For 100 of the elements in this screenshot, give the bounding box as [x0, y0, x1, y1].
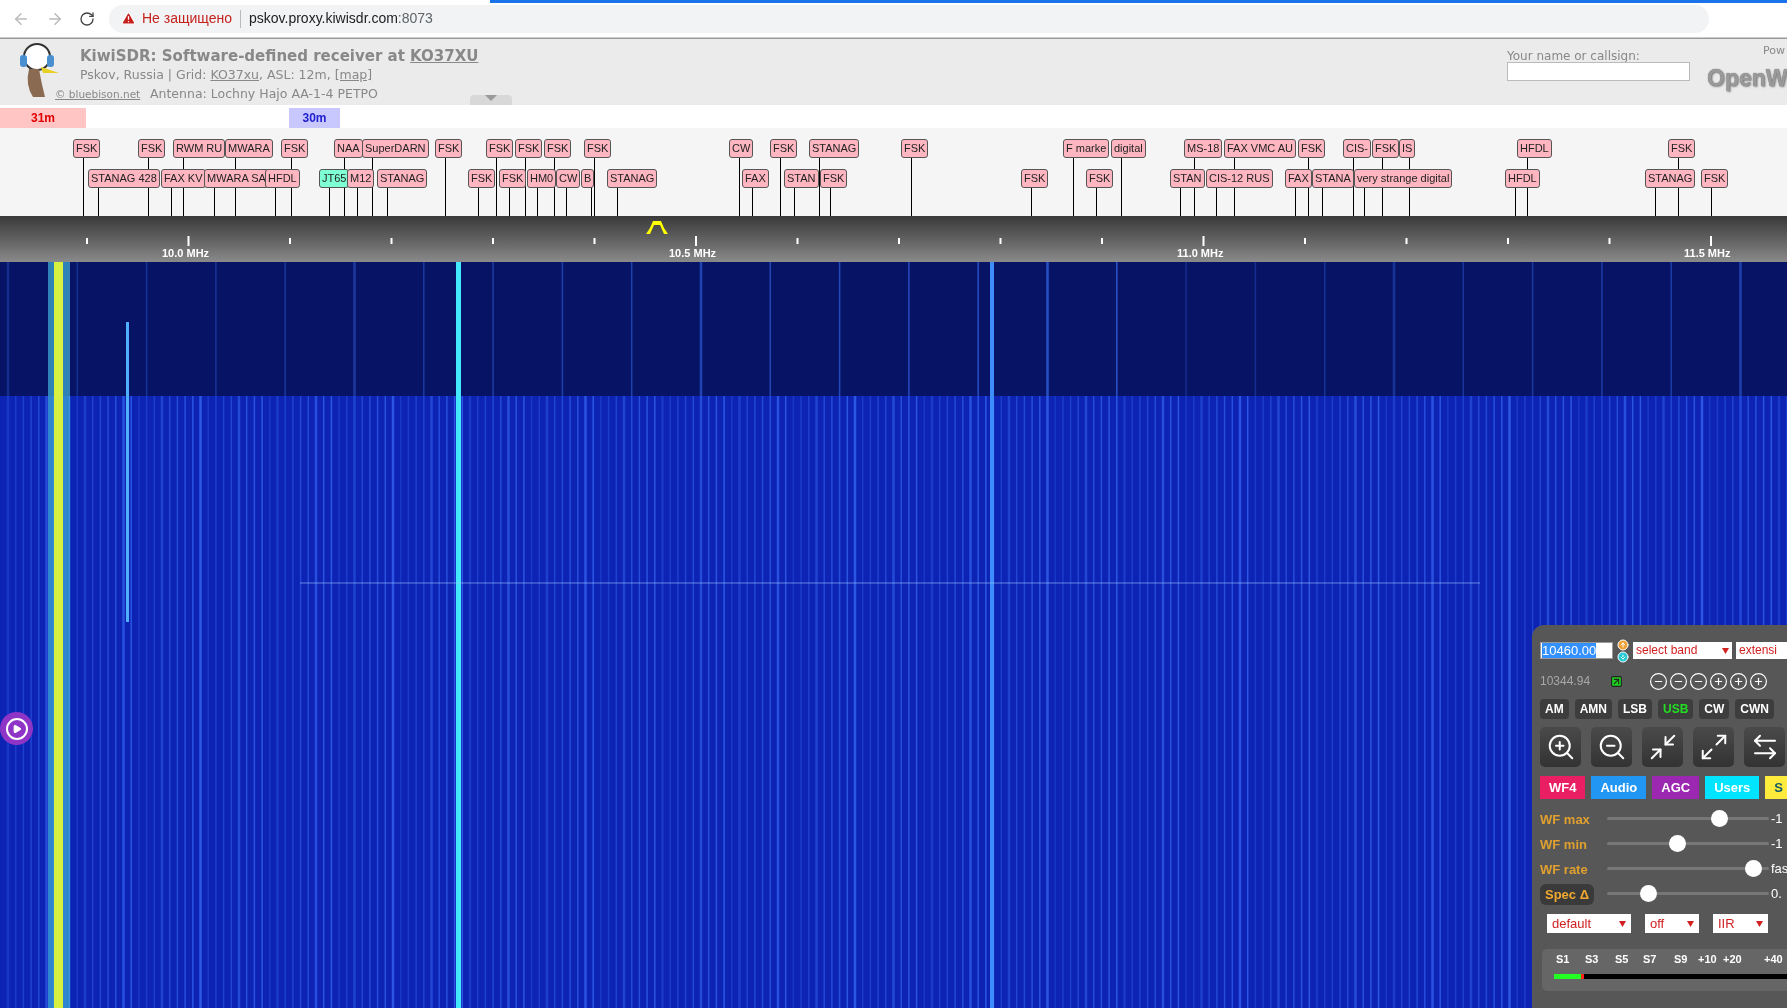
station-label[interactable]: FSK [1668, 139, 1696, 158]
zoom-out-step-icon[interactable] [1649, 671, 1668, 691]
station-label[interactable]: HFDL [265, 169, 300, 188]
station-label[interactable]: FSK [468, 169, 496, 188]
station-label[interactable]: HFDL [1517, 139, 1552, 158]
station-label[interactable]: STAN [1170, 169, 1205, 188]
caret-icon[interactable] [1756, 920, 1763, 927]
station-label[interactable]: SuperDARN [362, 139, 429, 158]
station-label[interactable]: FSK [499, 169, 527, 188]
spectrum-button[interactable]: Spec Δ [1540, 883, 1595, 905]
band-marker[interactable]: 30m [289, 108, 340, 128]
station-label[interactable]: FSK [820, 169, 848, 188]
zoom-out-step-icon[interactable] [1689, 671, 1708, 691]
zoom-out-step-icon[interactable] [1669, 671, 1688, 691]
collapse-tab[interactable] [470, 95, 512, 106]
mode-button[interactable]: LSB [1618, 699, 1652, 719]
station-label[interactable]: STANA [1312, 169, 1354, 188]
station-label[interactable]: STANAG [809, 139, 860, 158]
passband-marker-icon[interactable] [646, 220, 668, 234]
slider-track[interactable] [1607, 835, 1769, 852]
panel-tab[interactable]: AGC [1652, 776, 1700, 799]
station-label[interactable]: HFDL [1505, 169, 1540, 188]
station-label[interactable]: FAX [742, 169, 769, 188]
station-label[interactable]: M12 [347, 169, 375, 188]
station-label[interactable]: FSK [584, 139, 612, 158]
station-label[interactable]: NAA [334, 139, 363, 158]
name-field[interactable] [1507, 62, 1690, 81]
station-label[interactable]: STAN [784, 169, 819, 188]
zoom-full-button[interactable] [1693, 727, 1734, 767]
station-label[interactable]: CIS- [1343, 139, 1371, 158]
station-label[interactable]: STANAG [607, 169, 658, 188]
station-label[interactable]: MWARA [225, 139, 273, 158]
external-link-icon[interactable] [1610, 674, 1623, 688]
station-label[interactable]: FSK [1086, 169, 1114, 188]
station-label[interactable]: F marke [1063, 139, 1110, 158]
caret-icon[interactable] [1619, 920, 1626, 927]
step-up-icon[interactable] [1617, 638, 1629, 651]
station-label[interactable]: FSK [770, 139, 798, 158]
panel-tab[interactable]: S [1765, 776, 1787, 799]
mode-button[interactable]: AM [1540, 699, 1569, 719]
station-label[interactable]: JT65 [319, 169, 350, 188]
station-label[interactable]: CW [556, 169, 581, 188]
station-label[interactable]: HM0 [527, 169, 557, 188]
slider-thumb[interactable] [1669, 835, 1687, 852]
station-label[interactable]: MS-18 [1184, 139, 1223, 158]
option-select[interactable]: IIR [1713, 914, 1768, 933]
station-label[interactable]: CIS-12 RUS [1206, 169, 1273, 188]
mode-button[interactable]: USB [1658, 699, 1694, 719]
address-bar[interactable]: Не защищено pskov.proxy.kiwisdr.com:8073 [109, 4, 1709, 33]
station-label[interactable]: FAX KV [161, 169, 206, 188]
option-select[interactable]: off [1645, 914, 1699, 933]
station-label[interactable]: FSK [1298, 139, 1326, 158]
station-label[interactable]: FSK [138, 139, 166, 158]
slider-thumb[interactable] [1744, 860, 1762, 877]
station-label[interactable]: FSK [515, 139, 543, 158]
mode-button[interactable]: CW [1699, 699, 1730, 719]
slider-thumb[interactable] [1711, 810, 1729, 827]
mode-button[interactable]: CWN [1735, 699, 1774, 719]
mode-button[interactable]: AMN [1574, 699, 1612, 719]
station-label[interactable]: digital [1111, 139, 1146, 158]
station-label[interactable]: FSK [544, 139, 572, 158]
station-label[interactable]: MWARA SA [204, 169, 269, 188]
zoom-in-step-icon[interactable] [1709, 671, 1728, 691]
station-label[interactable]: FAX [1285, 169, 1312, 188]
url-text[interactable]: pskov.proxy.kiwisdr.com:8073 [249, 8, 433, 29]
station-label[interactable]: FSK [435, 139, 463, 158]
station-label[interactable]: FSK [1372, 139, 1400, 158]
pan-button[interactable] [1744, 727, 1785, 767]
station-label[interactable]: IS [1399, 139, 1416, 158]
reload-icon[interactable] [79, 10, 95, 27]
slider-track[interactable] [1607, 860, 1769, 877]
station-label[interactable]: FSK [281, 139, 309, 158]
station-label[interactable]: FAX VMC AU [1224, 139, 1297, 158]
station-label[interactable]: B [581, 169, 595, 188]
slider-track[interactable] [1607, 885, 1769, 902]
zoom-in-button[interactable] [1540, 727, 1581, 767]
caret-icon[interactable] [1722, 647, 1729, 654]
extension-select[interactable]: extensi [1736, 642, 1787, 659]
slider-track[interactable] [1607, 810, 1769, 827]
station-label[interactable]: RWM RU [173, 139, 226, 158]
band-select[interactable]: select band [1633, 642, 1732, 659]
station-label[interactable]: FSK [1701, 169, 1729, 188]
step-down-icon[interactable] [1617, 650, 1629, 663]
station-label[interactable]: FSK [486, 139, 514, 158]
caret-icon[interactable] [1687, 920, 1694, 927]
zoom-in-step-icon[interactable] [1749, 671, 1768, 691]
option-select[interactable]: default [1547, 914, 1631, 933]
zoom-in-step-icon[interactable] [1729, 671, 1748, 691]
slider-thumb[interactable] [1640, 885, 1658, 902]
station-label[interactable]: very strange digital [1354, 169, 1453, 188]
security-warning[interactable]: Не защищено [142, 8, 232, 29]
station-label[interactable]: CW [729, 139, 754, 158]
station-label[interactable]: FSK [1021, 169, 1049, 188]
station-label[interactable]: STANAG [1645, 169, 1696, 188]
station-label[interactable]: STANAG 428 [88, 169, 160, 188]
zoom-out-button[interactable] [1591, 727, 1632, 767]
station-label[interactable]: FSK [901, 139, 929, 158]
station-label[interactable]: FSK [73, 139, 101, 158]
zoom-fit-button[interactable] [1642, 727, 1683, 767]
station-label[interactable]: STANAG [377, 169, 428, 188]
